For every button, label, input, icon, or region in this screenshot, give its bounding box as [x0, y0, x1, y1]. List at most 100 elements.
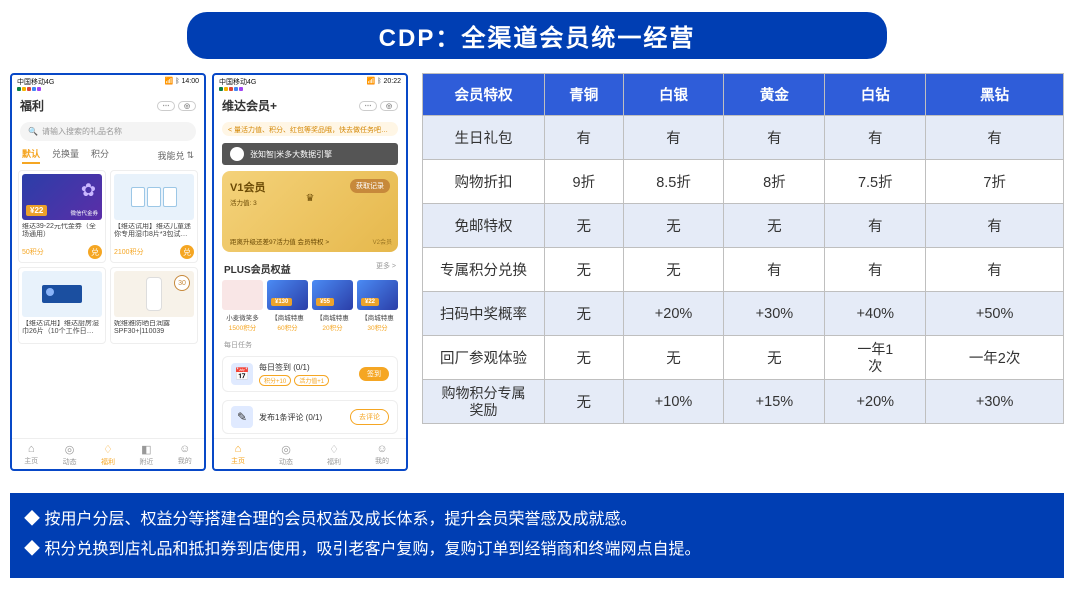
table-cell: 一年2次 — [926, 336, 1064, 380]
table-cell: +50% — [926, 292, 1064, 336]
page-header: 维达会员+ ⋯◎ — [214, 93, 406, 118]
price-badge: ¥22 — [26, 205, 47, 216]
plus-item[interactable]: ¥22【商城特惠GO…30积分 — [357, 280, 398, 332]
table-cell: 扫码中奖概率 — [423, 292, 545, 336]
table-cell: +40% — [825, 292, 926, 336]
plus-item[interactable]: ¥55【商城特惠GO…20积分 — [312, 280, 353, 332]
sign-in-button[interactable]: 签到 — [359, 367, 389, 381]
signal-icon: 📶 — [367, 78, 376, 85]
feed-icon: ◎ — [65, 443, 75, 456]
table-cell: +15% — [724, 380, 825, 424]
table-cell: 有 — [545, 116, 624, 160]
plus-row: 小麦微笑多格…1500积分 ¥130【商城特惠GO…60积分 ¥55【商城特惠G… — [214, 278, 406, 334]
table-header-row: 会员特权青铜白银黄金白钻黑钻 — [423, 74, 1064, 116]
me-icon: ☺ — [179, 443, 190, 455]
filter-icon: ⇅ — [186, 150, 194, 161]
product-card[interactable]: 【维达试用】维达厨房湿巾26片（10个工作日… — [18, 267, 106, 344]
table-cell: 无 — [545, 380, 624, 424]
close-icon[interactable]: ◎ — [178, 101, 196, 111]
search-input[interactable]: 🔍 请输入搜索的礼品名称 — [20, 122, 196, 141]
tab-exchange[interactable]: 兑换量 — [52, 147, 79, 164]
table-row: 购物积分专属奖励无+10%+15%+20%+30% — [423, 380, 1064, 424]
table-row: 回厂参观体验无无无一年1次一年2次 — [423, 336, 1064, 380]
notice-bar[interactable]: < 量活力值、积分、红包等奖品哦，快去做任务吧… — [222, 122, 398, 136]
nav-home[interactable]: ⌂主页 — [24, 443, 38, 467]
home-icon: ⌂ — [28, 443, 35, 455]
nearby-icon: ◧ — [141, 443, 151, 456]
privilege-table: 会员特权青铜白银黄金白钻黑钻 生日礼包有有有有有购物折扣9折8.5折8折7.5折… — [422, 73, 1064, 424]
table-cell: 无 — [623, 336, 724, 380]
table-cell: 9折 — [545, 160, 624, 204]
content-row: 中国移动4G 📶 ᛒ 14:00 福利 ⋯◎ 🔍 请输入搜索的礼品名称 默认 兑… — [0, 73, 1074, 471]
calendar-icon: 📅 — [231, 363, 253, 385]
table-cell: 无 — [724, 336, 825, 380]
table-row: 免邮特权无无无有有 — [423, 204, 1064, 248]
more-icon[interactable]: ⋯ — [359, 101, 377, 111]
tab-affordable[interactable]: 我能兑 ⇅ — [157, 147, 194, 164]
table-cell: +20% — [825, 380, 926, 424]
table-cell: +10% — [623, 380, 724, 424]
table-cell: 无 — [623, 248, 724, 292]
nav-me[interactable]: ☺我的 — [375, 443, 389, 467]
tab-default[interactable]: 默认 — [22, 147, 40, 164]
plus-section-header: PLUS会员权益更多 > — [214, 255, 406, 278]
redeem-button[interactable]: 兑 — [180, 245, 194, 259]
status-bar: 中国移动4G 📶 ᛒ 20:22 — [214, 75, 406, 93]
nav-nearby[interactable]: ◧附近 — [139, 443, 153, 467]
nav-feed[interactable]: ◎动态 — [279, 443, 293, 467]
bullets: 按用户分层、权益分等搭建合理的会员权益及成长体系，提升会员荣誉感及成就感。 积分… — [10, 493, 1064, 578]
bottom-nav: ⌂主页 ◎动态 ♢福利 ☺我的 — [214, 438, 406, 469]
vip-log-button[interactable]: 获取记录 — [350, 179, 390, 193]
product-card[interactable]: 【维达试用】维达儿童迷你专用湿巾8片*3包试… 2100积分兑 — [110, 170, 198, 263]
search-icon: 🔍 — [28, 127, 38, 136]
feed-icon: ◎ — [281, 443, 291, 456]
table-cell: 有 — [623, 116, 724, 160]
page-header: 福利 ⋯◎ — [12, 93, 204, 118]
app-tray-icons — [17, 87, 54, 91]
table-cell: 无 — [623, 204, 724, 248]
table-cell: 无 — [545, 336, 624, 380]
nav-feed[interactable]: ◎动态 — [63, 443, 77, 467]
nav-fuli[interactable]: ♢福利 — [327, 443, 341, 467]
bullet-item: 积分兑换到店礼品和抵扣券到店使用，吸引老客户复购，复购订单到经销商和终端网点自提… — [24, 535, 1050, 565]
nav-me[interactable]: ☺我的 — [178, 443, 192, 467]
nav-home[interactable]: ⌂主页 — [231, 443, 245, 467]
table-cell: 7.5折 — [825, 160, 926, 204]
phone-member: 中国移动4G 📶 ᛒ 20:22 维达会员+ ⋯◎ < 量活力值、积分、红包等奖… — [212, 73, 408, 471]
table-cell: +20% — [623, 292, 724, 336]
tab-bar: 默认 兑换量 积分 我能兑 ⇅ — [12, 145, 204, 166]
product-card[interactable]: 30 妮维雅防晒白润露SPF30+|110039 — [110, 267, 198, 344]
table-cell: 有 — [926, 116, 1064, 160]
table-cell: 有 — [724, 116, 825, 160]
table-cell: 无 — [545, 204, 624, 248]
badge-30-days: 30 — [174, 275, 190, 291]
tasks-section-header: 每日任务 — [214, 334, 406, 352]
table-cell: 有 — [825, 204, 926, 248]
brand-row[interactable]: 张知智|米多大数据引擎 — [222, 143, 398, 165]
more-icon[interactable]: ⋯ — [157, 101, 175, 111]
bluetooth-icon: ᛒ — [377, 78, 381, 85]
more-link[interactable]: 更多 > — [376, 261, 396, 276]
redeem-button[interactable]: 兑 — [88, 245, 102, 259]
slide-title: CDP：全渠道会员统一经营 — [187, 12, 887, 59]
table-cell: 有 — [825, 116, 926, 160]
table-row: 生日礼包有有有有有 — [423, 116, 1064, 160]
table-cell: +30% — [926, 380, 1064, 424]
close-icon[interactable]: ◎ — [380, 101, 398, 111]
table-row: 扫码中奖概率无+20%+30%+40%+50% — [423, 292, 1064, 336]
me-icon: ☺ — [376, 443, 387, 455]
plus-item[interactable]: ¥130【商城特惠GO…60积分 — [267, 280, 308, 332]
table-row: 专属积分兑换无无有有有 — [423, 248, 1064, 292]
table-cell: 专属积分兑换 — [423, 248, 545, 292]
phone-screenshots: 中国移动4G 📶 ᛒ 14:00 福利 ⋯◎ 🔍 请输入搜索的礼品名称 默认 兑… — [10, 73, 408, 471]
vip-card[interactable]: V1会员 活力值: 3 获取记录 ♛ 距离升级还差97活力值 会员特权 > V2… — [222, 171, 398, 252]
task-item: 📅 每日签到 (0/1) 积分+10活力值+1 签到 — [222, 356, 398, 392]
task-item: ✎ 发布1条评论 (0/1) 去评论 — [222, 400, 398, 434]
nav-fuli[interactable]: ♢福利 — [101, 443, 115, 467]
tab-points[interactable]: 积分 — [91, 147, 109, 164]
table-cell: 无 — [545, 292, 624, 336]
table-cell: 有 — [825, 248, 926, 292]
go-comment-button[interactable]: 去评论 — [350, 409, 389, 425]
plus-item[interactable]: 小麦微笑多格…1500积分 — [222, 280, 263, 332]
product-card[interactable]: ¥22微信代金券✿ 维达39-22元代金券（全场通用） 50积分兑 — [18, 170, 106, 263]
